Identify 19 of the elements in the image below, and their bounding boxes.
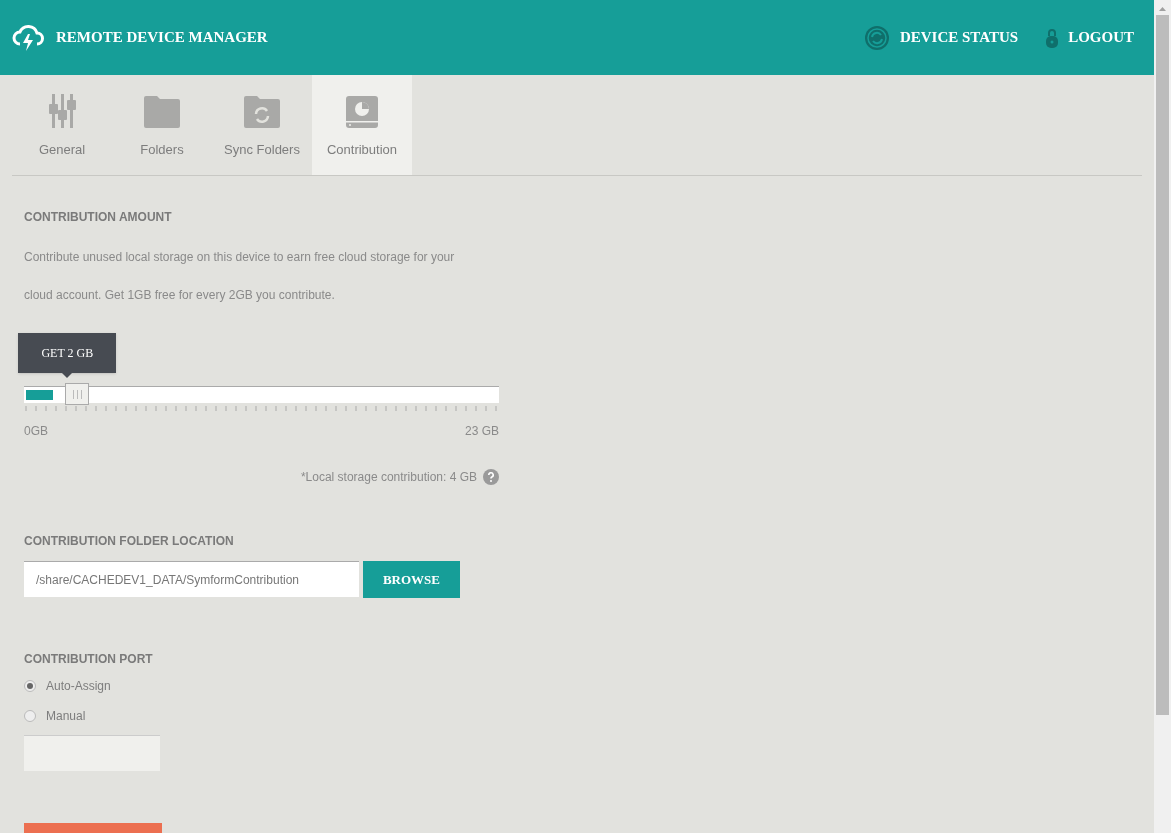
tab[interactable]: Contribution: [312, 75, 412, 175]
min-label: 0GB: [24, 423, 48, 440]
tab[interactable]: General: [12, 75, 112, 175]
section-heading: CONTRIBUTION AMOUNT: [24, 209, 173, 226]
tab[interactable]: Sync Folders: [212, 75, 312, 175]
device-status-link[interactable]: DEVICE STATUS: [863, 24, 1019, 51]
max-label: 23 GB: [464, 423, 499, 440]
radio-option[interactable]: Auto-Assign: [24, 677, 111, 695]
app-title: REMOTE DEVICE MANAGER: [56, 28, 268, 48]
description-text: Contribute unused local storage on this device to earn free cloud storage for your cloud account. Get 1GB free for every 2GB you contribute.: [24, 249, 456, 304]
radio-option[interactable]: Manual: [24, 707, 86, 725]
tooltip: GET 2 GB: [18, 333, 117, 373]
tab[interactable]: Folders: [112, 75, 212, 175]
logout-link[interactable]: LOGOUT: [1046, 26, 1134, 49]
storage-note: *Local storage contribution: 4 GB: [300, 469, 477, 486]
section-heading: CONTRIBUTION PORT: [24, 651, 154, 668]
section-heading: CONTRIBUTION FOLDER LOCATION: [24, 533, 235, 550]
folder-path-field[interactable]: /share/CACHEDEV1_DATA/SymformContribution: [24, 561, 359, 597]
browse-button[interactable]: BROWSE: [363, 561, 460, 598]
